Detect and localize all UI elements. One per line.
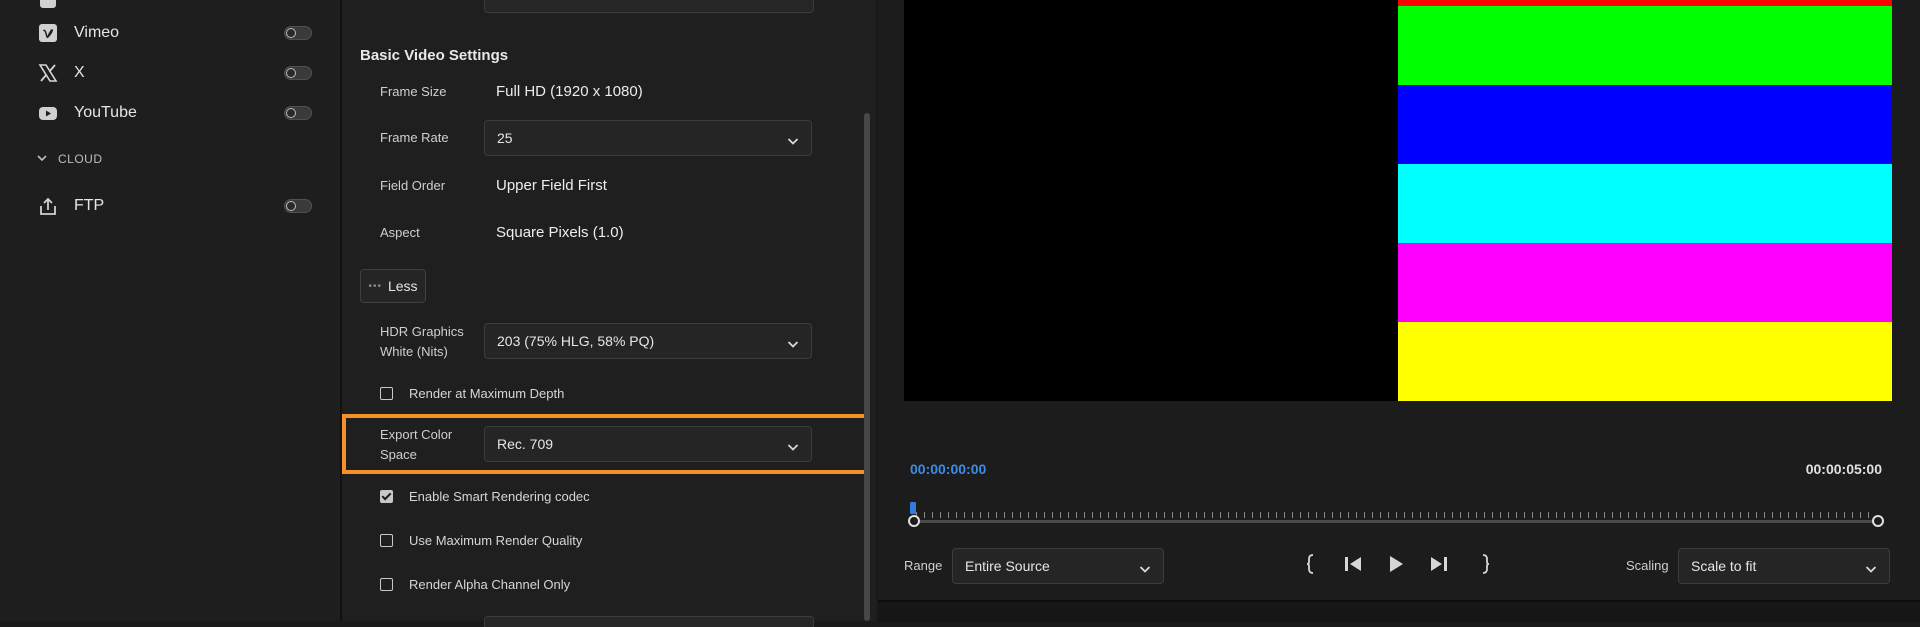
aspect-value: Square Pixels (1.0) xyxy=(496,224,624,241)
timecode-start: 00:00:00:00 xyxy=(910,461,987,477)
vimeo-toggle[interactable] xyxy=(284,26,312,40)
color-bar-yellow xyxy=(1398,322,1892,401)
play-icon[interactable] xyxy=(1386,552,1406,581)
upload-icon xyxy=(36,194,60,218)
alpha-only-row[interactable]: Render Alpha Channel Only xyxy=(380,577,570,592)
render-max-depth-row[interactable]: Render at Maximum Depth xyxy=(380,386,564,401)
render-max-depth-checkbox[interactable] xyxy=(380,387,393,400)
hdr-label-line1: HDR Graphics xyxy=(380,324,464,339)
timeline-ticks xyxy=(916,506,1876,518)
scaling-dropdown[interactable]: Scale to fit xyxy=(1678,548,1890,584)
cloud-section-header[interactable]: CLOUD xyxy=(36,152,103,166)
scaling-label: Scaling xyxy=(1626,558,1669,573)
destination-label: X xyxy=(74,64,85,81)
chevron-down-icon xyxy=(1865,561,1877,579)
ftp-toggle[interactable] xyxy=(284,199,312,213)
destination-label: YouTube xyxy=(74,104,137,121)
chevron-down-icon xyxy=(36,152,48,166)
out-point-handle[interactable] xyxy=(1872,515,1884,527)
partial-icon xyxy=(36,0,60,12)
next-field-partial[interactable] xyxy=(484,616,814,627)
preview-panel: 00:00:00:00 00:00:05:00 Range Entire Sou… xyxy=(878,0,1920,623)
color-bar-cyan xyxy=(1398,164,1892,243)
vimeo-icon xyxy=(36,21,60,45)
export-color-label-line2: Space xyxy=(380,447,417,462)
frame-size-label: Frame Size xyxy=(380,84,447,99)
mark-out-icon[interactable] xyxy=(1478,552,1492,581)
destination-label: Vimeo xyxy=(74,24,120,41)
frame-size-value: Full HD (1920 x 1080) xyxy=(496,83,643,100)
export-color-space-value: Rec. 709 xyxy=(497,436,554,452)
more-dots-icon: ••• xyxy=(368,280,382,292)
previous-field-partial[interactable] xyxy=(484,0,814,13)
range-label: Range xyxy=(904,558,943,573)
step-forward-icon[interactable] xyxy=(1428,552,1450,581)
scaling-value: Scale to fit xyxy=(1691,558,1757,574)
chevron-down-icon xyxy=(787,133,799,151)
smart-rendering-row[interactable]: Enable Smart Rendering codec xyxy=(380,489,590,504)
destination-vimeo[interactable]: Vimeo xyxy=(36,19,312,47)
export-color-label-line1: Export Color xyxy=(380,427,453,442)
timeline-track xyxy=(914,520,1878,523)
max-render-quality-row[interactable]: Use Maximum Render Quality xyxy=(380,533,582,548)
range-value: Entire Source xyxy=(965,558,1050,574)
export-color-label: Export Color Space xyxy=(380,425,452,465)
aspect-label: Aspect xyxy=(380,225,420,240)
field-order-label: Field Order xyxy=(380,178,446,193)
step-back-icon[interactable] xyxy=(1342,552,1364,581)
frame-rate-dropdown[interactable]: 25 xyxy=(484,120,812,156)
hdr-white-value: 203 (75% HLG, 58% PQ) xyxy=(497,333,655,349)
video-preview xyxy=(904,0,1892,401)
hdr-label-line2: White (Nits) xyxy=(380,344,448,359)
smart-rendering-label: Enable Smart Rendering codec xyxy=(409,489,590,504)
youtube-toggle[interactable] xyxy=(284,106,312,120)
x-toggle[interactable] xyxy=(284,66,312,80)
render-max-depth-label: Render at Maximum Depth xyxy=(409,386,565,401)
section-title: Basic Video Settings xyxy=(360,47,509,64)
chevron-down-icon xyxy=(787,439,799,457)
mark-in-icon[interactable] xyxy=(1304,552,1318,581)
frame-rate-value: 25 xyxy=(497,130,513,146)
video-settings-panel: Basic Video Settings Frame Size Full HD … xyxy=(342,0,876,627)
alpha-only-label: Render Alpha Channel Only xyxy=(409,577,571,592)
destination-youtube[interactable]: YouTube xyxy=(36,99,312,127)
less-button-label: Less xyxy=(387,278,418,294)
destination-row-partial xyxy=(36,0,312,14)
youtube-icon xyxy=(36,101,60,125)
chevron-down-icon xyxy=(787,336,799,354)
max-render-quality-checkbox[interactable] xyxy=(380,534,393,547)
color-bar-green xyxy=(1398,6,1892,85)
destination-label: FTP xyxy=(74,197,105,214)
destinations-panel: Vimeo X YouTube CLOUD FTP xyxy=(0,0,342,621)
chevron-down-icon xyxy=(1139,561,1151,579)
hdr-white-dropdown[interactable]: 203 (75% HLG, 58% PQ) xyxy=(484,323,812,359)
timecode-end: 00:00:05:00 xyxy=(1805,461,1882,477)
timeline-scrubber[interactable] xyxy=(906,498,1886,528)
panel-bottom-edge xyxy=(878,600,1920,623)
destination-x[interactable]: X xyxy=(36,59,312,87)
range-dropdown[interactable]: Entire Source xyxy=(952,548,1164,584)
hdr-label: HDR Graphics White (Nits) xyxy=(380,322,464,362)
alpha-only-checkbox[interactable] xyxy=(380,578,393,591)
color-bar-magenta xyxy=(1398,243,1892,322)
settings-scrollbar[interactable] xyxy=(864,113,870,621)
smart-rendering-checkbox[interactable] xyxy=(380,490,393,503)
less-button[interactable]: ••• Less xyxy=(360,269,426,303)
field-order-value: Upper Field First xyxy=(496,177,607,194)
playhead[interactable] xyxy=(910,502,916,514)
frame-rate-label: Frame Rate xyxy=(380,130,449,145)
cloud-section-label: CLOUD xyxy=(58,152,103,166)
export-color-space-dropdown[interactable]: Rec. 709 xyxy=(484,426,812,462)
x-logo-icon xyxy=(36,61,60,85)
destination-ftp[interactable]: FTP xyxy=(36,192,312,220)
in-point-handle[interactable] xyxy=(908,515,920,527)
color-bar-blue xyxy=(1398,85,1892,164)
max-render-quality-label: Use Maximum Render Quality xyxy=(409,533,583,548)
